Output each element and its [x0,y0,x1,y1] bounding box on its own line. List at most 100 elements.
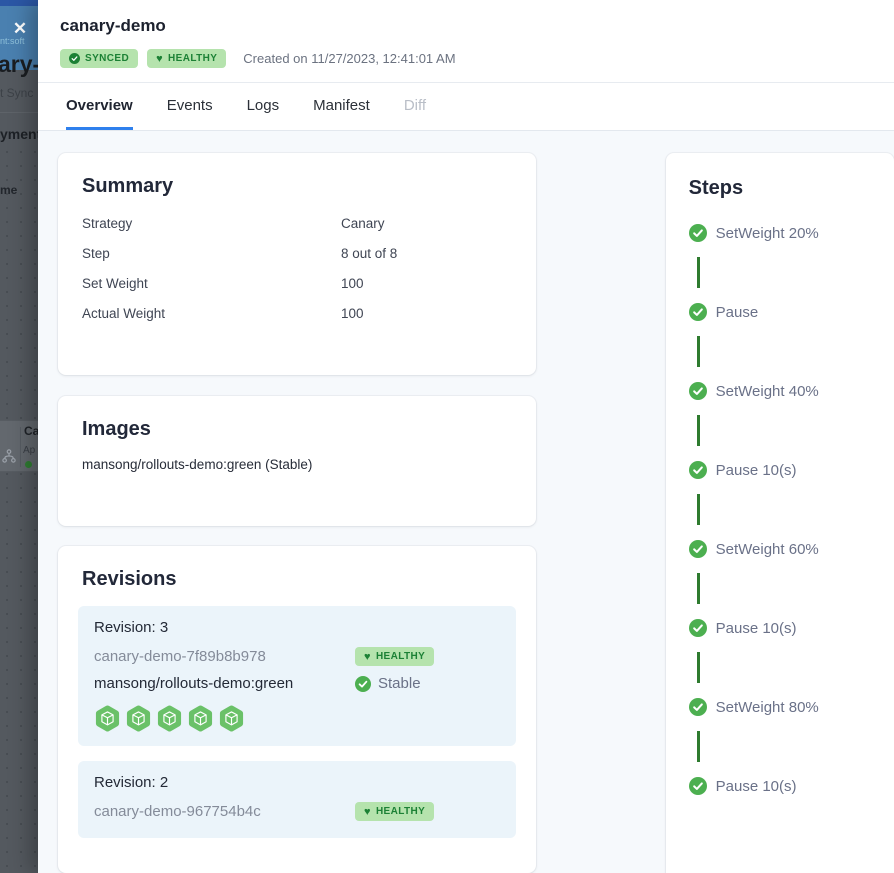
heart-icon: ♥ [364,807,371,817]
row-value: Canary [341,216,385,231]
tab-bar: Overview Events Logs Manifest Diff [38,83,894,131]
step-check-icon [689,777,707,795]
background-sync-text-fragment: t Sync [0,86,33,100]
synced-badge-label: SYNCED [85,53,129,64]
step-item: Pause [689,301,894,323]
pod-icon [125,704,152,733]
close-panel-button[interactable]: ✕ [7,16,33,42]
background-app-card: Ca Ap [0,420,38,472]
revisions-card: Revisions Revision: 3 canary-demo-7f89b8… [58,546,536,873]
check-circle-icon [355,676,371,692]
revision-image: mansong/rollouts-demo:green [94,675,355,692]
tab-manifest[interactable]: Manifest [313,83,370,130]
steps-title: Steps [689,177,894,200]
background-app-card-subtitle-fragment: Ap [23,445,35,456]
replicaset-name: canary-demo-967754b4c [94,803,355,820]
revision-2-block: Revision: 2 canary-demo-967754b4c ♥ HEAL… [78,761,516,838]
step-item: Pause 10(s) [689,617,894,639]
row-label: Set Weight [82,276,341,291]
heart-icon: ♥ [364,652,371,662]
tab-overview[interactable]: Overview [66,83,133,130]
synced-badge: SYNCED [60,49,138,68]
step-item: Pause 10(s) [689,775,894,797]
row-label: Strategy [82,216,341,231]
revision-title: Revision: 2 [94,774,500,791]
pod-icon [218,704,245,733]
step-item: SetWeight 40% [689,380,894,402]
modal-overlay[interactable]: nt:soft ✕ ary- t Sync yment me Ca Ap [0,0,38,873]
stable-label: Stable [378,675,421,692]
panel-header: canary-demo SYNCED ♥ HEALTHY Created on … [38,0,894,83]
healthy-badge-label: HEALTHY [376,806,425,817]
background-deployment-fragment: yment [0,126,38,142]
summary-row-strategy: Strategy Canary [82,208,512,238]
revisions-title: Revisions [82,568,516,591]
tab-logs[interactable]: Logs [247,83,280,130]
step-label: Pause 10(s) [716,620,797,637]
step-label: SetWeight 20% [716,225,819,242]
row-value: 100 [341,276,364,291]
right-column: Steps SetWeight 20% Pause SetWeight 40% [666,153,894,873]
healthy-badge: ♥ HEALTHY [147,49,226,68]
step-check-icon [689,619,707,637]
background-health-dot [25,461,32,468]
created-timestamp: Created on 11/27/2023, 12:41:01 AM [243,51,455,66]
revision-replicaset-row: canary-demo-7f89b8b978 ♥ HEALTHY [94,647,500,666]
step-item: Pause 10(s) [689,459,894,481]
left-column: Summary Strategy Canary Step 8 out of 8 … [58,153,536,873]
row-value: 8 out of 8 [341,246,397,261]
step-connector [697,257,700,288]
stable-indicator: Stable [355,675,421,692]
step-label: Pause 10(s) [716,778,797,795]
background-app-card-title-fragment: Ca [24,424,38,438]
step-item: SetWeight 80% [689,696,894,718]
steps-card: Steps SetWeight 20% Pause SetWeight 40% [666,153,894,873]
summary-row-actual-weight: Actual Weight 100 [82,298,512,328]
background-app-card-divider [20,427,21,467]
revision-3-block: Revision: 3 canary-demo-7f89b8b978 ♥ HEA… [78,606,516,746]
step-label: Pause 10(s) [716,462,797,479]
step-check-icon [689,540,707,558]
rollout-detail-panel: canary-demo SYNCED ♥ HEALTHY Created on … [38,0,894,873]
background-dot-grid [0,145,38,873]
step-check-icon [689,461,707,479]
summary-row-set-weight: Set Weight 100 [82,268,512,298]
pod-icon [187,704,214,733]
heart-icon: ♥ [156,54,163,64]
step-label: SetWeight 80% [716,699,819,716]
tab-events[interactable]: Events [167,83,213,130]
revision-replicaset-row: canary-demo-967754b4c ♥ HEALTHY [94,802,500,821]
step-check-icon [689,698,707,716]
panel-content: Summary Strategy Canary Step 8 out of 8 … [38,131,894,873]
step-connector [697,573,700,604]
healthy-badge: ♥ HEALTHY [355,802,434,821]
images-title: Images [82,418,512,441]
pod-icon [94,704,121,733]
rollout-title: canary-demo [60,16,872,36]
step-check-icon [689,224,707,242]
summary-card: Summary Strategy Canary Step 8 out of 8 … [58,153,536,375]
step-item: SetWeight 60% [689,538,894,560]
revision-title: Revision: 3 [94,619,500,636]
background-divider [0,112,38,113]
step-connector [697,336,700,367]
status-badge-row: SYNCED ♥ HEALTHY Created on 11/27/2023, … [60,49,872,82]
step-label: SetWeight 60% [716,541,819,558]
step-connector [697,731,700,762]
background-page-title-fragment: ary- [0,51,38,78]
images-card: Images mansong/rollouts-demo:green (Stab… [58,396,536,526]
check-circle-icon [69,53,80,64]
replicaset-name: canary-demo-7f89b8b978 [94,648,355,665]
healthy-badge-label: HEALTHY [376,651,425,662]
step-label: Pause [716,304,759,321]
row-label: Step [82,246,341,261]
git-branch-icon [2,449,16,463]
step-connector [697,652,700,683]
row-label: Actual Weight [82,306,341,321]
step-connector [697,415,700,446]
step-connector [697,494,700,525]
tab-diff[interactable]: Diff [404,83,426,130]
summary-title: Summary [82,175,512,198]
healthy-badge-label: HEALTHY [168,53,217,64]
healthy-badge: ♥ HEALTHY [355,647,434,666]
